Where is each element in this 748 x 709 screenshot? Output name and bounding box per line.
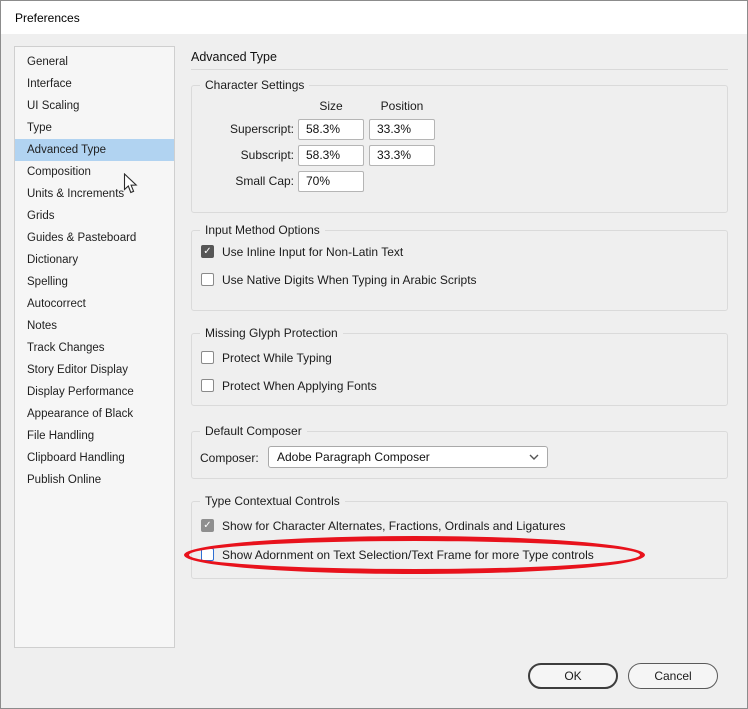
subscript-position-input[interactable]: 33.3% (369, 145, 435, 166)
native-digits-label: Use Native Digits When Typing in Arabic … (222, 272, 477, 287)
group-input-method-options-legend: Input Method Options (205, 223, 320, 237)
sidebar-item-units-increments[interactable]: Units & Increments (15, 183, 174, 205)
option-use-inline-input[interactable]: Use Inline Input for Non-Latin Text (201, 244, 403, 259)
sidebar-item-story-editor-display[interactable]: Story Editor Display (15, 359, 174, 381)
group-type-contextual-controls: Type Contextual Controls (191, 494, 728, 579)
composer-dropdown-value: Adobe Paragraph Composer (277, 450, 430, 464)
group-missing-glyph-protection: Missing Glyph Protection (191, 326, 728, 406)
sidebar-item-type[interactable]: Type (15, 117, 174, 139)
chevron-down-icon (529, 454, 539, 460)
option-protect-when-applying-fonts[interactable]: Protect When Applying Fonts (201, 378, 377, 393)
show-character-alternates-label: Show for Character Alternates, Fractions… (222, 518, 566, 533)
sidebar-list: General Interface UI Scaling Type Advanced T… (15, 51, 174, 491)
group-missing-glyph-protection-legend: Missing Glyph Protection (205, 326, 338, 340)
small-cap-label: Small Cap: (235, 174, 294, 188)
page-title: Advanced Type (191, 50, 277, 64)
column-header-size: Size (319, 99, 343, 113)
protect-when-applying-fonts-label: Protect When Applying Fonts (222, 378, 377, 393)
sidebar-item-track-changes[interactable]: Track Changes (15, 337, 174, 359)
option-show-adornment[interactable]: Show Adornment on Text Selection/Text Fr… (201, 547, 594, 562)
superscript-size-input[interactable]: 58.3% (298, 119, 364, 140)
sidebar: General Interface UI Scaling Type Advanced T… (14, 46, 175, 648)
protect-while-typing-label: Protect While Typing (222, 350, 332, 365)
sidebar-item-guides-pasteboard[interactable]: Guides & Pasteboard (15, 227, 174, 249)
cancel-button[interactable]: Cancel (628, 663, 718, 689)
show-adornment-label: Show Adornment on Text Selection/Text Fr… (222, 547, 594, 562)
title-bar: Preferences (1, 1, 747, 34)
show-adornment-checkbox[interactable] (201, 548, 214, 561)
preferences-dialog: Preferences General Interface UI Scaling Ty… (0, 0, 748, 709)
window-title: Preferences (15, 10, 80, 25)
ok-button[interactable]: OK (528, 663, 618, 689)
use-inline-input-label: Use Inline Input for Non-Latin Text (222, 244, 404, 259)
sidebar-item-grids[interactable]: Grids (15, 205, 174, 227)
protect-while-typing-checkbox[interactable] (201, 351, 214, 364)
group-input-method-options: Input Method Options (191, 223, 728, 311)
use-inline-input-checkbox[interactable] (201, 245, 214, 258)
superscript-position-input[interactable]: 33.3% (369, 119, 435, 140)
native-digits-checkbox[interactable] (201, 273, 214, 286)
sidebar-item-interface[interactable]: Interface (15, 73, 174, 95)
sidebar-item-advanced-type[interactable]: Advanced Type (15, 139, 174, 161)
composer-dropdown[interactable]: Adobe Paragraph Composer (268, 446, 548, 468)
option-show-for-character-alternates[interactable]: Show for Character Alternates, Fractions… (201, 518, 566, 533)
header-divider (191, 69, 728, 70)
show-character-alternates-checkbox[interactable] (201, 519, 214, 532)
composer-label: Composer: (200, 451, 259, 465)
group-default-composer-legend: Default Composer (205, 424, 302, 438)
superscript-label: Superscript: (229, 122, 294, 136)
protect-when-applying-fonts-checkbox[interactable] (201, 379, 214, 392)
sidebar-item-dictionary[interactable]: Dictionary (15, 249, 174, 271)
group-type-contextual-controls-legend: Type Contextual Controls (205, 494, 340, 508)
option-protect-while-typing[interactable]: Protect While Typing (201, 350, 332, 365)
sidebar-item-autocorrect[interactable]: Autocorrect (15, 293, 174, 315)
column-header-position: Position (380, 99, 424, 113)
sidebar-item-general[interactable]: General (15, 51, 174, 73)
sidebar-item-ui-scaling[interactable]: UI Scaling (15, 95, 174, 117)
subscript-label: Subscript: (240, 148, 294, 162)
subscript-size-input[interactable]: 58.3% (298, 145, 364, 166)
group-character-settings-legend: Character Settings (205, 78, 305, 92)
sidebar-item-appearance-of-black[interactable]: Appearance of Black (15, 403, 174, 425)
sidebar-item-clipboard-handling[interactable]: Clipboard Handling (15, 447, 174, 469)
sidebar-item-file-handling[interactable]: File Handling (15, 425, 174, 447)
sidebar-item-spelling[interactable]: Spelling (15, 271, 174, 293)
sidebar-item-publish-online[interactable]: Publish Online (15, 469, 174, 491)
sidebar-item-display-performance[interactable]: Display Performance (15, 381, 174, 403)
sidebar-item-notes[interactable]: Notes (15, 315, 174, 337)
sidebar-item-composition[interactable]: Composition (15, 161, 174, 183)
option-native-digits[interactable]: Use Native Digits When Typing in Arabic … (201, 272, 477, 287)
small-cap-size-input[interactable]: 70% (298, 171, 364, 192)
